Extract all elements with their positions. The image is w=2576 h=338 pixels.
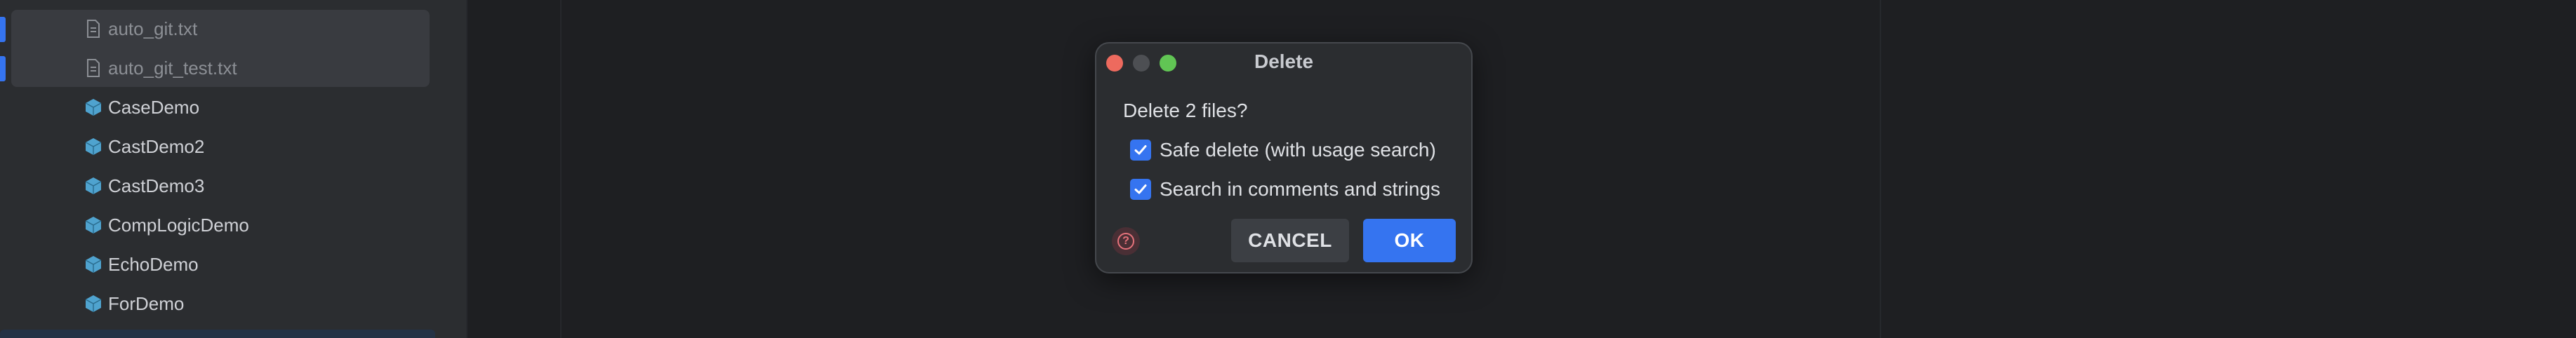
text-file-icon [83,18,104,39]
search-comments-checkbox[interactable] [1130,179,1151,200]
tree-item-auto-git-test-txt[interactable]: auto_git_test.txt [0,48,449,88]
java-class-icon [83,97,104,118]
tree-item-fordemo[interactable]: ForDemo [0,284,449,323]
search-comments-option[interactable]: Search in comments and strings [1130,178,1440,201]
delete-dialog: Delete Delete 2 files? Safe delete (with… [1095,42,1473,273]
cancel-button[interactable]: CANCEL [1231,219,1349,262]
tree-item-label: CompLogicDemo [108,214,249,236]
tree-item-castdemo2[interactable]: CastDemo2 [0,127,449,166]
tree-item-label: EchoDemo [108,253,199,275]
project-tool-window: auto_git.txt auto_git_test.txt CaseDemo [0,0,466,338]
tree-item-label: CastDemo3 [108,175,205,196]
java-class-icon [83,293,104,314]
tree-item-castdemo3[interactable]: CastDemo3 [0,166,449,205]
tree-item-complogicdemo[interactable]: CompLogicDemo [0,205,449,245]
tree-item-label: CaseDemo [108,96,200,118]
java-class-icon [83,136,104,157]
checkmark-icon [1134,145,1147,155]
safe-delete-checkbox[interactable] [1130,140,1151,161]
editor-right-margin-line [1880,0,1881,338]
editor-gutter [466,0,562,338]
safe-delete-label: Safe delete (with usage search) [1160,139,1436,161]
help-button[interactable]: ? [1112,227,1140,255]
java-class-icon [83,175,104,196]
editor-gutter-divider [560,0,562,338]
tree-item-label: CastDemo2 [108,135,205,157]
safe-delete-option[interactable]: Safe delete (with usage search) [1130,139,1436,161]
tree-item-label: auto_git_test.txt [108,57,237,79]
tree-item-auto-git-txt[interactable]: auto_git.txt [0,9,449,48]
java-class-icon [83,215,104,236]
dialog-title: Delete [1254,50,1314,72]
ok-button[interactable]: OK [1363,219,1456,262]
help-icon: ? [1117,233,1134,250]
panel-divider[interactable] [466,0,467,338]
checkmark-icon [1134,184,1147,194]
tree-item-casedemo[interactable]: CaseDemo [0,88,449,127]
java-class-icon [83,254,104,275]
search-comments-label: Search in comments and strings [1160,178,1440,200]
tree-item-label: ForDemo [108,292,185,314]
text-file-icon [83,58,104,79]
tree-item-label: auto_git.txt [108,18,198,39]
delete-question: Delete 2 files? [1123,100,1248,121]
tree-item-partial [0,330,435,338]
tree-item-echodemo[interactable]: EchoDemo [0,245,449,284]
